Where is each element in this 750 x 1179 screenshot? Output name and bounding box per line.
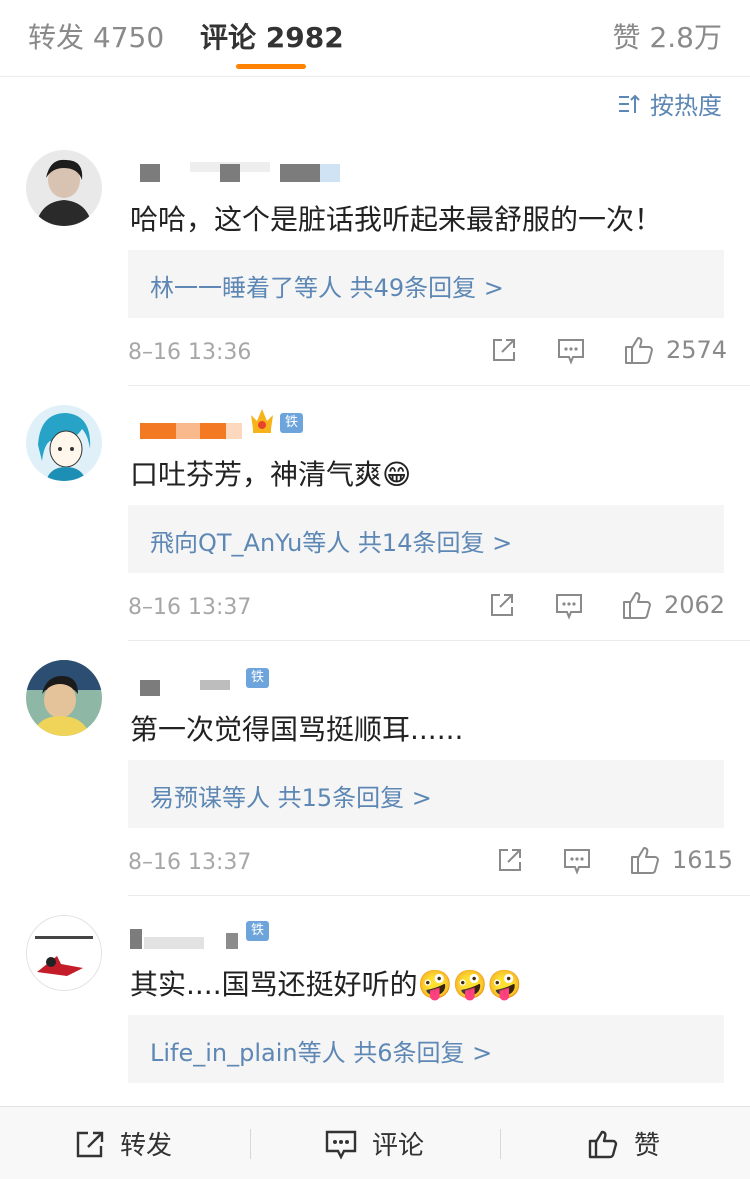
thumbs-up-icon — [631, 847, 659, 874]
like-label: 赞 — [634, 1131, 661, 1161]
comment-icon — [325, 1130, 357, 1160]
sort-by-hot-button[interactable]: 按热度 — [618, 86, 722, 121]
share-icon[interactable] — [496, 846, 524, 878]
like-count: 2062 — [664, 591, 726, 619]
tab-comments-label: 评论 — [200, 21, 257, 54]
divider — [128, 640, 750, 641]
thumbs-up-icon — [588, 1130, 618, 1158]
share-icon — [76, 1131, 104, 1157]
divider — [128, 385, 750, 386]
comment-tabs: 转发 4750 评论 2982 赞 2.8万 — [0, 0, 750, 77]
comment-item: 铁粉 第一次觉得国骂挺顺耳...... 易预谋等人 共15条回复 > 8–16 … — [0, 660, 750, 896]
like-button[interactable]: 1615 — [630, 845, 733, 875]
divider — [128, 895, 750, 896]
thumbs-up-icon — [625, 337, 653, 364]
repost-button[interactable]: 转发 — [74, 1125, 172, 1162]
thumbs-up-icon — [623, 592, 651, 619]
comment-icon[interactable] — [554, 591, 584, 625]
comment-text: 哈哈，这个是脏话我听起来最舒服的一次！ — [130, 203, 663, 236]
share-icon[interactable] — [488, 591, 516, 623]
bottom-action-bar: 转发 评论 赞 — [0, 1106, 750, 1179]
avatar[interactable] — [26, 915, 102, 991]
comment-text: 其实....国骂还挺好听的🤪🤪🤪 — [130, 968, 523, 1001]
comment-icon[interactable] — [562, 846, 592, 880]
comment-button[interactable]: 评论 — [324, 1125, 424, 1162]
reply-thread[interactable]: Life_in_plain等人 共6条回复 > — [128, 1015, 724, 1083]
like-count: 1615 — [672, 846, 734, 874]
avatar[interactable] — [26, 660, 102, 736]
fan-badge: 铁粉 — [246, 921, 270, 958]
tab-reposts-count: 4750 — [92, 21, 165, 54]
repost-label: 转发 — [120, 1131, 173, 1161]
sort-icon — [619, 94, 640, 113]
reply-thread[interactable]: 飛向QT_AnYu等人 共14条回复 > — [128, 505, 724, 573]
like-button[interactable]: 赞 — [588, 1125, 660, 1162]
reply-summary-link[interactable]: Life_in_plain等人 共6条回复 > — [150, 1033, 492, 1068]
reply-summary-link[interactable]: 飛向QT_AnYu等人 共14条回复 > — [150, 523, 512, 558]
comment-time: 8–16 13:37 — [128, 595, 252, 620]
tab-likes-label: 赞 — [612, 21, 641, 54]
tab-reposts-label: 转发 — [28, 21, 85, 54]
comment-item: 铁粉 口吐芬芳，神清气爽😁 飛向QT_AnYu等人 共14条回复 > 8–16 … — [0, 405, 750, 641]
divider — [250, 1129, 251, 1159]
reply-summary-link[interactable]: 林一一睡着了等人 共49条回复 > — [150, 268, 504, 303]
tab-comments[interactable]: 评论 2982 — [200, 16, 344, 56]
share-icon[interactable] — [490, 336, 518, 368]
like-button[interactable]: 2062 — [622, 590, 725, 620]
avatar[interactable] — [26, 405, 102, 481]
comment-item: 哈哈，这个是脏话我听起来最舒服的一次！ 林一一睡着了等人 共49条回复 > 8–… — [0, 150, 750, 386]
comment-text: 第一次觉得国骂挺顺耳...... — [130, 713, 464, 746]
comment-time: 8–16 13:37 — [128, 850, 252, 875]
like-count: 2574 — [666, 336, 728, 364]
reply-thread[interactable]: 林一一睡着了等人 共49条回复 > — [128, 250, 724, 318]
comment-text: 口吐芬芳，神清气爽😁 — [130, 458, 412, 491]
divider — [500, 1129, 501, 1159]
avatar[interactable] — [26, 150, 102, 226]
reply-thread[interactable]: 易预谋等人 共15条回复 > — [128, 760, 724, 828]
comment-icon[interactable] — [556, 336, 586, 370]
reply-summary-link[interactable]: 易预谋等人 共15条回复 > — [150, 778, 432, 813]
like-button[interactable]: 2574 — [624, 335, 727, 365]
sort-label: 按热度 — [650, 92, 722, 120]
tab-comments-count: 2982 — [265, 21, 344, 54]
tab-likes[interactable]: 赞 2.8万 — [613, 16, 722, 56]
tab-reposts[interactable]: 转发 4750 — [28, 16, 164, 56]
comment-item: 铁粉 其实....国骂还挺好听的🤪🤪🤪 Life_in_plain等人 共6条回… — [0, 915, 750, 1105]
fan-badge: 铁粉 — [246, 668, 270, 705]
tab-likes-count: 2.8万 — [649, 21, 722, 54]
comment-label: 评论 — [372, 1131, 425, 1161]
active-tab-indicator — [236, 64, 306, 69]
crown-icon — [248, 405, 276, 437]
fan-badge: 铁粉 — [280, 413, 304, 450]
comment-time: 8–16 13:36 — [128, 340, 252, 365]
